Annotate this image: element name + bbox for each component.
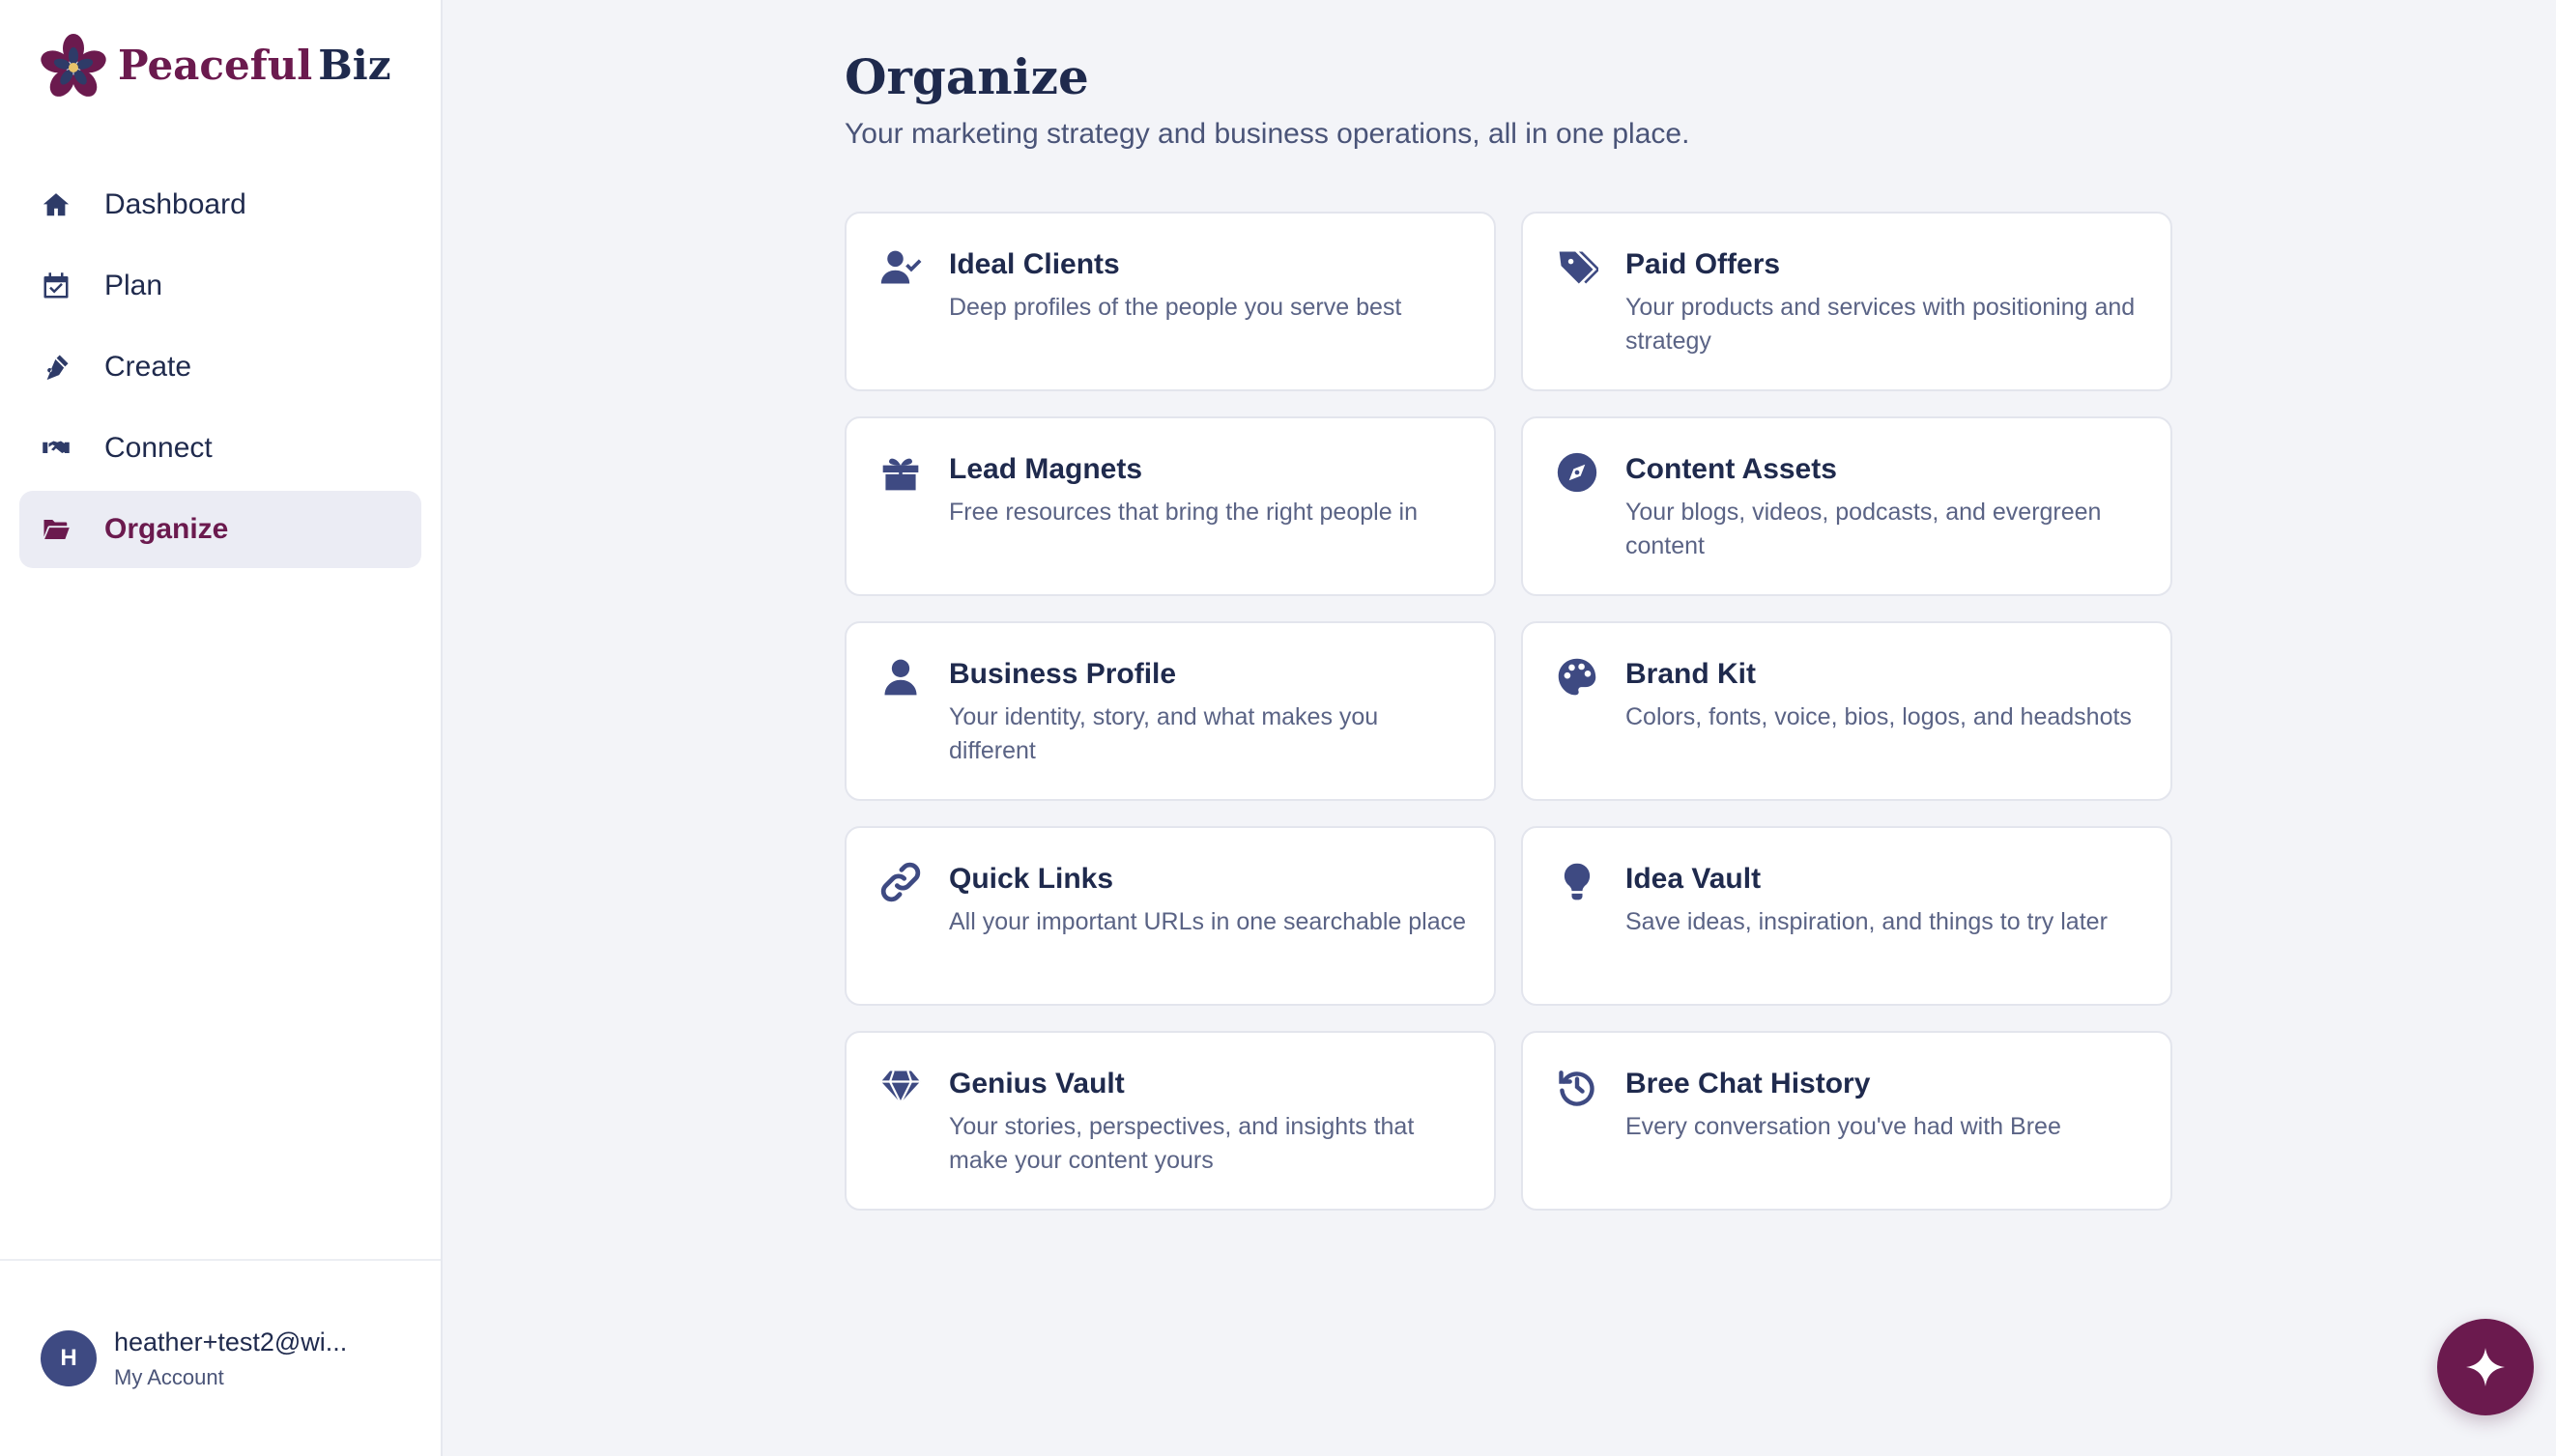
- card-description: Every conversation you've had with Bree: [1625, 1113, 2061, 1140]
- card-title: Idea Vault: [1625, 863, 1762, 895]
- card-title: Quick Links: [949, 863, 1114, 895]
- user-check-icon: [879, 246, 922, 289]
- history-icon: [1556, 1066, 1598, 1108]
- brand-name-part1: Peaceful: [118, 42, 313, 89]
- card-title: Brand Kit: [1625, 658, 1756, 690]
- card-title: Business Profile: [949, 658, 1177, 690]
- card-title: Bree Chat History: [1625, 1068, 1871, 1099]
- card-title: Lead Magnets: [949, 453, 1143, 485]
- card-title: Paid Offers: [1625, 248, 1781, 280]
- card-ideal-clients[interactable]: Ideal Clients Deep profiles of the peopl…: [845, 212, 1496, 391]
- sidebar-item-label: Dashboard: [104, 188, 246, 220]
- sparkle-icon: [2466, 1348, 2505, 1386]
- account-info: heather+test2@wi... My Account: [114, 1328, 365, 1390]
- brand-logo[interactable]: Peaceful Biz: [39, 31, 391, 100]
- card-title: Content Assets: [1625, 453, 1837, 485]
- card-description: Free resources that bring the right peop…: [949, 499, 1418, 526]
- card-description: Save ideas, inspiration, and things to t…: [1625, 908, 2108, 935]
- sidebar-nav: Dashboard Plan Create Connect Organize: [19, 166, 421, 572]
- card-title: Genius Vault: [949, 1068, 1125, 1099]
- card-brand-kit[interactable]: Brand Kit Colors, fonts, voice, bios, lo…: [1521, 621, 2172, 801]
- card-description: All your important URLs in one searchabl…: [949, 908, 1466, 935]
- sidebar-item-create[interactable]: Create: [19, 328, 421, 406]
- card-description: Your blogs, videos, podcasts, and evergr…: [1625, 499, 2102, 559]
- organize-card-grid: Ideal Clients Deep profiles of the peopl…: [845, 212, 2172, 1211]
- page-title: Organize: [845, 48, 1089, 105]
- card-business-profile[interactable]: Business Profile Your identity, story, a…: [845, 621, 1496, 801]
- card-idea-vault[interactable]: Idea Vault Save ideas, inspiration, and …: [1521, 826, 2172, 1006]
- card-description: Your identity, story, and what makes you…: [949, 703, 1379, 764]
- tags-icon: [1556, 246, 1600, 289]
- sidebar-item-organize[interactable]: Organize: [19, 491, 421, 568]
- pen-nib-icon: [41, 352, 72, 383]
- flower-logo-icon: [41, 34, 106, 97]
- handshake-icon: [41, 433, 72, 464]
- card-paid-offers[interactable]: Paid Offers Your products and services w…: [1521, 212, 2172, 391]
- link-icon: [879, 861, 922, 903]
- gift-icon: [879, 451, 922, 494]
- sidebar-item-plan[interactable]: Plan: [19, 247, 421, 325]
- palette-icon: [1556, 656, 1598, 699]
- sidebar-item-label: Plan: [104, 270, 163, 301]
- user-icon: [879, 656, 922, 699]
- card-description: Your stories, perspectives, and insights…: [949, 1113, 1415, 1174]
- card-description: Your products and services with position…: [1625, 294, 2136, 355]
- card-content-assets[interactable]: Content Assets Your blogs, videos, podca…: [1521, 416, 2172, 596]
- card-title: Ideal Clients: [949, 248, 1120, 280]
- app-root: Peaceful Biz Dashboard Plan Create Conne…: [0, 0, 2556, 1456]
- card-description: Deep profiles of the people you serve be…: [949, 294, 1402, 321]
- sidebar-item-connect[interactable]: Connect: [19, 410, 421, 487]
- gem-icon: [879, 1066, 922, 1108]
- my-account-link[interactable]: My Account: [114, 1365, 365, 1390]
- sidebar-item-dashboard[interactable]: Dashboard: [19, 166, 421, 243]
- brand-wordmark: Peaceful Biz: [118, 45, 391, 86]
- sidebar-item-label: Connect: [104, 432, 213, 464]
- card-bree-chat-history[interactable]: Bree Chat History Every conversation you…: [1521, 1031, 2172, 1211]
- avatar[interactable]: H: [41, 1330, 97, 1386]
- folder-open-icon: [41, 514, 72, 545]
- calendar-check-icon: [41, 271, 72, 301]
- sidebar-item-label: Organize: [104, 513, 229, 545]
- sidebar-item-label: Create: [104, 351, 192, 383]
- card-genius-vault[interactable]: Genius Vault Your stories, perspectives,…: [845, 1031, 1496, 1211]
- compass-icon: [1556, 451, 1598, 494]
- home-icon: [41, 189, 72, 220]
- account-section[interactable]: H heather+test2@wi... My Account: [0, 1259, 441, 1456]
- brand-name-part2: Biz: [318, 42, 391, 89]
- page-subtitle: Your marketing strategy and business ope…: [845, 118, 1690, 150]
- card-quick-links[interactable]: Quick Links All your important URLs in o…: [845, 826, 1496, 1006]
- card-lead-magnets[interactable]: Lead Magnets Free resources that bring t…: [845, 416, 1496, 596]
- sidebar: Peaceful Biz Dashboard Plan Create Conne…: [0, 0, 443, 1456]
- card-description: Colors, fonts, voice, bios, logos, and h…: [1625, 703, 2132, 730]
- account-email: heather+test2@wi...: [114, 1327, 348, 1356]
- bree-assistant-button[interactable]: [2437, 1319, 2534, 1415]
- lightbulb-icon: [1556, 861, 1598, 903]
